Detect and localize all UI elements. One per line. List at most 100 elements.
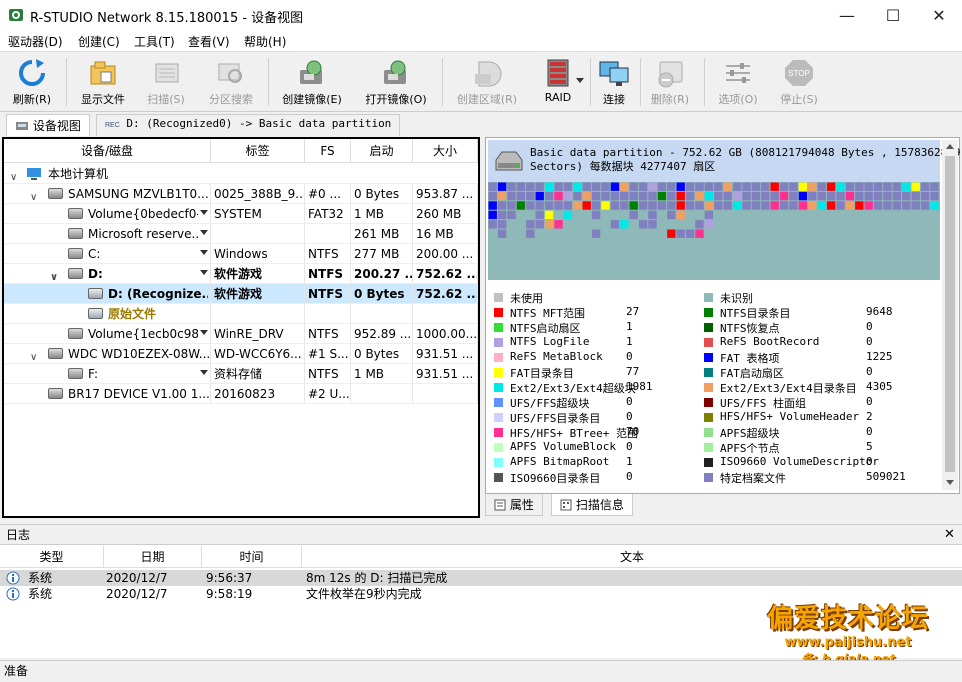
col-device[interactable]: 设备/磁盘 xyxy=(4,139,211,163)
menu-drives[interactable]: 驱动器(D) xyxy=(8,33,63,50)
col-size[interactable]: 大小 xyxy=(413,139,478,163)
tree-row-volume[interactable]: Volume{1ecb0c98-... WinRE_DRV NTFS 952.8… xyxy=(4,324,478,344)
legend-label: 特定档案文件 xyxy=(720,472,786,485)
tab-properties[interactable]: 属性 xyxy=(485,494,543,516)
legend-value: 77 xyxy=(626,365,640,378)
volume-icon xyxy=(68,268,83,279)
tab-partition[interactable]: REC D: (Recognized0) -> Basic data parti… xyxy=(96,114,401,136)
tree-row-raw-files[interactable]: 原始文件 xyxy=(4,304,478,324)
create-image-button[interactable]: 创建镜像(E) xyxy=(274,56,350,110)
open-image-button[interactable]: 打开镜像(O) xyxy=(356,56,436,110)
block-map-cell xyxy=(620,248,629,257)
block-map-cell xyxy=(761,201,770,210)
dropdown-arrow-icon[interactable] xyxy=(200,250,208,255)
dropdown-arrow-icon[interactable] xyxy=(200,270,208,275)
show-files-button[interactable]: 显示文件 xyxy=(72,56,134,110)
chevron-down-icon[interactable]: ∨ xyxy=(30,188,37,203)
block-map-cell xyxy=(798,220,808,229)
menu-view[interactable]: 查看(V) xyxy=(188,33,230,50)
minimize-button[interactable]: — xyxy=(824,0,870,30)
dropdown-arrow-icon[interactable] xyxy=(200,230,208,235)
log-col-date[interactable]: 日期 xyxy=(104,546,202,568)
block-map-cell xyxy=(657,257,667,267)
block-map-cell xyxy=(507,238,516,248)
chevron-down-icon[interactable]: ∨ xyxy=(50,268,58,283)
tab-scan-info[interactable]: 扫描信息 xyxy=(551,494,633,516)
col-label[interactable]: 标签 xyxy=(211,139,305,163)
tree-row-volume[interactable]: F: 资料存储 NTFS 1 MB 931.51 ... xyxy=(4,364,478,384)
block-map-cell xyxy=(488,248,497,257)
tree-row-volume[interactable]: C: Windows NTFS 277 MB 200.00 ... xyxy=(4,244,478,264)
scroll-down-icon[interactable] xyxy=(946,480,954,485)
col-start[interactable]: 启动 xyxy=(351,139,413,163)
block-map-cell xyxy=(817,229,826,238)
block-map-cell xyxy=(789,238,798,248)
create-region-button[interactable]: 创建区域(R) xyxy=(448,56,526,110)
raid-dropdown-icon[interactable] xyxy=(576,78,584,83)
maximize-button[interactable]: ☐ xyxy=(870,0,916,30)
tree-row-local-computer[interactable]: ∨ 本地计算机 xyxy=(4,164,478,184)
block-map-cell xyxy=(497,257,507,267)
tree-row-disk[interactable]: ∨ SAMSUNG MZVLB1T0... 0025_388B_9... #0 .… xyxy=(4,184,478,204)
block-map-cell xyxy=(836,238,845,248)
log-col-type[interactable]: 类型 xyxy=(0,546,104,568)
tree-row-volume[interactable]: Volume{0bedecf0-... SYSTEM FAT32 1 MB 26… xyxy=(4,204,478,224)
block-map-cell xyxy=(544,182,554,191)
dropdown-arrow-icon[interactable] xyxy=(200,210,208,215)
tree-row-volume[interactable]: Microsoft reserve... 261 MB 16 MB xyxy=(4,224,478,244)
chevron-down-icon[interactable]: ∨ xyxy=(30,348,37,363)
block-map-cell xyxy=(535,238,544,248)
block-map-cell xyxy=(714,201,723,210)
tree-row-disk[interactable]: ∨ WDC WD10EZEX-08W... WD-WCC6Y6... #1 S..… xyxy=(4,344,478,364)
block-map-cell xyxy=(902,201,911,210)
block-map-cell xyxy=(685,238,695,248)
close-button[interactable]: ✕ xyxy=(916,0,962,30)
block-map-cell xyxy=(582,267,591,276)
block-map-cell xyxy=(873,220,883,229)
col-fs[interactable]: FS xyxy=(305,139,351,163)
block-map-cell xyxy=(488,182,497,191)
toolbar-separator xyxy=(268,58,269,106)
delete-button[interactable]: 删除(R) xyxy=(646,56,694,110)
block-map-cell xyxy=(920,201,930,210)
scroll-up-icon[interactable] xyxy=(946,144,954,149)
dropdown-arrow-icon[interactable] xyxy=(200,370,208,375)
connect-button[interactable]: 连接 xyxy=(594,56,634,110)
log-row[interactable]: 系统 2020/12/7 9:56:37 8m 12s 的 D: 扫描已完成 xyxy=(0,570,962,586)
legend-value: 1225 xyxy=(866,350,893,363)
menu-tools[interactable]: 工具(T) xyxy=(134,33,175,50)
block-map-cell xyxy=(667,201,676,210)
options-button[interactable]: 选项(O) xyxy=(712,56,764,110)
log-col-time[interactable]: 时间 xyxy=(202,546,302,568)
block-map-cell xyxy=(789,229,798,238)
raid-button[interactable]: RAID xyxy=(530,56,586,110)
tree-row-disk[interactable]: BR17 DEVICE V1.00 1... 20160823 #2 U... xyxy=(4,384,478,404)
block-map-cell xyxy=(855,191,864,201)
block-map-cell xyxy=(732,248,742,257)
vertical-scrollbar[interactable] xyxy=(942,140,958,490)
block-map-cell xyxy=(610,248,620,257)
menu-create[interactable]: 创建(C) xyxy=(78,33,120,50)
block-map-cell xyxy=(911,267,920,276)
block-map-cell xyxy=(714,257,723,267)
stop-button[interactable]: STOP 停止(S) xyxy=(772,56,826,110)
legend-swatch xyxy=(704,293,713,302)
block-map-cell xyxy=(883,220,892,229)
chevron-down-icon[interactable]: ∨ xyxy=(10,168,17,183)
scroll-thumb[interactable] xyxy=(945,156,955,472)
log-close-icon[interactable]: ✕ xyxy=(944,525,955,545)
block-map-cell xyxy=(826,229,836,238)
scan-button[interactable]: 扫描(S) xyxy=(138,56,194,110)
toolbar-separator xyxy=(442,58,443,106)
partition-search-button[interactable]: 分区搜索 xyxy=(200,56,262,110)
block-map-cell xyxy=(873,191,883,201)
block-map-cell xyxy=(667,210,676,220)
block-map-cell xyxy=(591,248,601,257)
tree-row-volume[interactable]: ∨ D: 软件游戏 NTFS 200.27 ... 752.62 ... xyxy=(4,264,478,284)
tree-row-recognized-partition[interactable]: D: (Recognize... 软件游戏 NTFS 0 Bytes 752.6… xyxy=(4,284,478,304)
tab-device-view[interactable]: 设备视图 xyxy=(6,114,90,136)
log-col-text[interactable]: 文本 xyxy=(302,546,962,568)
dropdown-arrow-icon[interactable] xyxy=(200,330,208,335)
refresh-button[interactable]: 刷新(R) xyxy=(4,56,60,110)
menu-help[interactable]: 帮助(H) xyxy=(244,33,286,50)
